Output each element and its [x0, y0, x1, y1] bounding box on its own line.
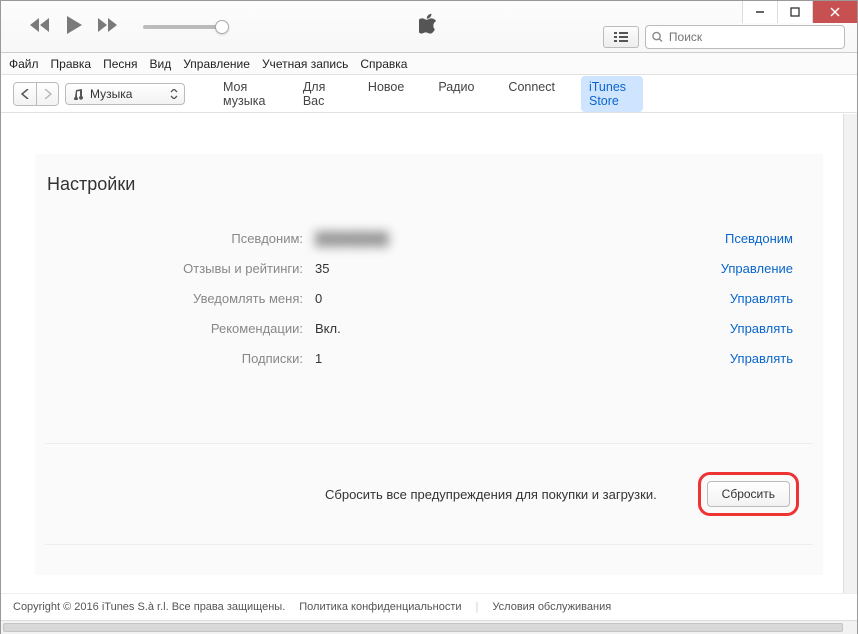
navbar: Музыка Моя музыка Для Вас Новое Радио Co…: [1, 75, 857, 113]
menu-song[interactable]: Песня: [103, 57, 137, 71]
tab-connect[interactable]: Connect: [500, 76, 563, 112]
volume-slider[interactable]: [143, 25, 223, 29]
nickname-label: Псевдоним:: [45, 231, 315, 246]
reset-button[interactable]: Сбросить: [707, 481, 790, 507]
tabs: Моя музыка Для Вас Новое Радио Connect i…: [215, 76, 643, 112]
tab-for-you[interactable]: Для Вас: [295, 76, 342, 112]
tab-itunes-store[interactable]: iTunes Store: [581, 76, 643, 112]
right-tools: [603, 25, 845, 49]
tab-my-music[interactable]: Моя музыка: [215, 76, 277, 112]
nickname-link[interactable]: Псевдоним: [725, 231, 813, 246]
reviews-link[interactable]: Управление: [721, 261, 813, 276]
hscroll-thumb[interactable]: [3, 623, 843, 632]
footer: Copyright © 2016 iTunes S.à r.l. Все пра…: [1, 593, 857, 633]
nav-back-button[interactable]: [14, 83, 36, 105]
subs-value: 1: [315, 351, 730, 366]
music-icon: [72, 88, 84, 100]
search-input[interactable]: [669, 30, 838, 44]
page-title: Настройки: [45, 174, 813, 195]
horizontal-scrollbar[interactable]: [1, 620, 857, 634]
nickname-value: ████████: [315, 231, 725, 246]
menu-edit[interactable]: Правка: [51, 57, 92, 71]
play-icon[interactable]: [65, 15, 83, 38]
reset-highlight: Сбросить: [698, 472, 799, 516]
titlebar: [1, 1, 857, 53]
content: Настройки Псевдоним: ████████ Псевдоним …: [1, 114, 857, 593]
notify-label: Уведомлять меня:: [45, 291, 315, 306]
close-button[interactable]: [812, 1, 857, 23]
source-label: Музыка: [90, 87, 132, 101]
row-nickname: Псевдоним: ████████ Псевдоним: [45, 223, 813, 253]
recs-label: Рекомендации:: [45, 321, 315, 336]
menu-account[interactable]: Учетная запись: [262, 57, 348, 71]
recs-value: Вкл.: [315, 321, 730, 336]
menu-file[interactable]: Файл: [9, 57, 39, 71]
nav-forward-button[interactable]: [36, 83, 58, 105]
tab-new[interactable]: Новое: [360, 76, 412, 112]
search-box[interactable]: [645, 25, 845, 49]
maximize-button[interactable]: [777, 1, 812, 23]
row-notify: Уведомлять меня: 0 Управлять: [45, 283, 813, 313]
subs-label: Подписки:: [45, 351, 315, 366]
reset-text: Сбросить все предупреждения для покупки …: [45, 487, 657, 502]
list-view-button[interactable]: [603, 26, 639, 48]
next-track-icon[interactable]: [97, 17, 119, 36]
vertical-scrollbar[interactable]: [843, 114, 857, 593]
chevron-updown-icon: [170, 89, 178, 99]
notify-value: 0: [315, 291, 730, 306]
nav-arrows: [13, 82, 59, 106]
footer-sep: |: [476, 601, 479, 613]
footer-copyright: Copyright © 2016 iTunes S.à r.l. Все пра…: [13, 601, 285, 613]
search-icon: [652, 31, 663, 43]
menu-controls[interactable]: Управление: [183, 57, 250, 71]
subs-link[interactable]: Управлять: [730, 351, 813, 366]
source-dropdown[interactable]: Музыка: [65, 83, 185, 105]
reviews-label: Отзывы и рейтинги:: [45, 261, 315, 276]
menu-view[interactable]: Вид: [150, 57, 172, 71]
prev-track-icon[interactable]: [29, 17, 51, 36]
playback-controls: [29, 15, 223, 38]
footer-privacy-link[interactable]: Политика конфиденциальности: [299, 601, 461, 613]
tab-radio[interactable]: Радио: [430, 76, 482, 112]
volume-thumb[interactable]: [215, 20, 229, 34]
minimize-button[interactable]: [742, 1, 777, 23]
footer-terms-link[interactable]: Условия обслуживания: [492, 601, 611, 613]
menubar: Файл Правка Песня Вид Управление Учетная…: [1, 53, 857, 75]
recs-link[interactable]: Управлять: [730, 321, 813, 336]
menu-help[interactable]: Справка: [360, 57, 407, 71]
apple-logo-icon: [419, 13, 439, 40]
row-reviews: Отзывы и рейтинги: 35 Управление: [45, 253, 813, 283]
reset-section: Сбросить все предупреждения для покупки …: [45, 443, 813, 545]
row-subs: Подписки: 1 Управлять: [45, 343, 813, 373]
row-recs: Рекомендации: Вкл. Управлять: [45, 313, 813, 343]
notify-link[interactable]: Управлять: [730, 291, 813, 306]
window-controls: [742, 1, 857, 23]
reviews-value: 35: [315, 261, 721, 276]
